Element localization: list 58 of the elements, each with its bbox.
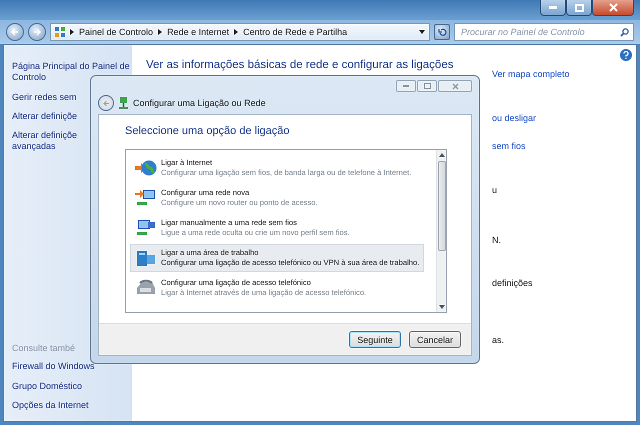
refresh-icon: [438, 28, 446, 36]
minimize-button[interactable]: [540, 0, 566, 16]
back-arrow-icon: [102, 100, 110, 106]
address-bar[interactable]: Painel de Controlo Rede e Internet Centro de Rede e Partilha: [50, 23, 430, 41]
maximize-button[interactable]: [566, 0, 592, 16]
breadcrumb-item[interactable]: Rede e Internet: [167, 27, 230, 37]
help-icon[interactable]: [620, 49, 632, 61]
next-button[interactable]: Seguinte: [349, 331, 401, 348]
forward-button[interactable]: [28, 23, 46, 41]
refresh-button[interactable]: [434, 24, 450, 40]
see-also-link[interactable]: Opções da Internet: [12, 400, 132, 411]
scroll-down-icon[interactable]: [438, 305, 444, 309]
close-button[interactable]: [592, 0, 634, 16]
back-button[interactable]: [98, 95, 114, 111]
close-icon: [452, 82, 458, 90]
breadcrumb-arrow-icon: [234, 29, 238, 35]
see-also-link[interactable]: Grupo Doméstico: [12, 380, 132, 392]
search-field[interactable]: Procurar no Painel de Controlo: [454, 23, 634, 41]
dropdown-icon[interactable]: [419, 30, 425, 34]
sidebar-link[interactable]: Alterar definiçõe: [12, 110, 92, 122]
search-icon: [620, 28, 629, 36]
sidebar-link[interactable]: Alterar definiçõe avançadas: [12, 130, 92, 152]
page-heading: Ver as informações básicas de rede e configurar as ligações: [146, 59, 454, 71]
cancel-button[interactable]: Cancelar: [409, 331, 461, 348]
link-text[interactable]: sem fios: [492, 141, 526, 151]
office-building-icon: [135, 248, 157, 268]
dialog-title: Configurar uma Ligação ou Rede: [133, 98, 266, 108]
scroll-up-icon[interactable]: [438, 153, 444, 157]
network-icon: [118, 97, 129, 109]
dialog-heading: Seleccione uma opção de ligação: [125, 125, 291, 137]
breadcrumb-item[interactable]: Painel de Controlo: [79, 27, 154, 37]
minimize-icon: [549, 6, 557, 9]
back-button[interactable]: [6, 23, 24, 41]
back-arrow-icon: [11, 28, 19, 36]
body-text: definições: [492, 278, 533, 288]
maximize-icon: [424, 83, 430, 89]
body-text: u: [492, 185, 498, 195]
sidebar-link[interactable]: Página Principal do Painel de Controlo: [12, 61, 132, 84]
breadcrumb-arrow-icon: [70, 29, 74, 35]
network-computer-icon: [135, 188, 157, 208]
body-text: N.: [492, 235, 501, 245]
scrollbar[interactable]: [436, 150, 446, 312]
minimize-icon: [403, 85, 409, 87]
control-panel-icon: [55, 27, 65, 37]
breadcrumb-arrow-icon: [158, 29, 162, 35]
see-also-heading: Consulte també: [12, 343, 76, 354]
see-also-link[interactable]: Firewall do Windows: [12, 361, 132, 372]
body-text: as.: [492, 335, 504, 345]
globe-icon: [135, 158, 157, 178]
sidebar-link[interactable]: Gerir redes sem: [12, 92, 92, 103]
forward-arrow-icon: [33, 28, 41, 36]
breadcrumb-item[interactable]: Centro de Rede e Partilha: [243, 27, 348, 37]
wireless-computer-icon: [135, 218, 157, 238]
close-icon: [608, 3, 618, 12]
maximize-icon: [574, 4, 584, 12]
link-text[interactable]: Ver mapa completo: [492, 69, 570, 79]
link-text[interactable]: ou desligar: [492, 113, 536, 123]
search-input[interactable]: Procurar no Painel de Controlo: [459, 26, 616, 38]
